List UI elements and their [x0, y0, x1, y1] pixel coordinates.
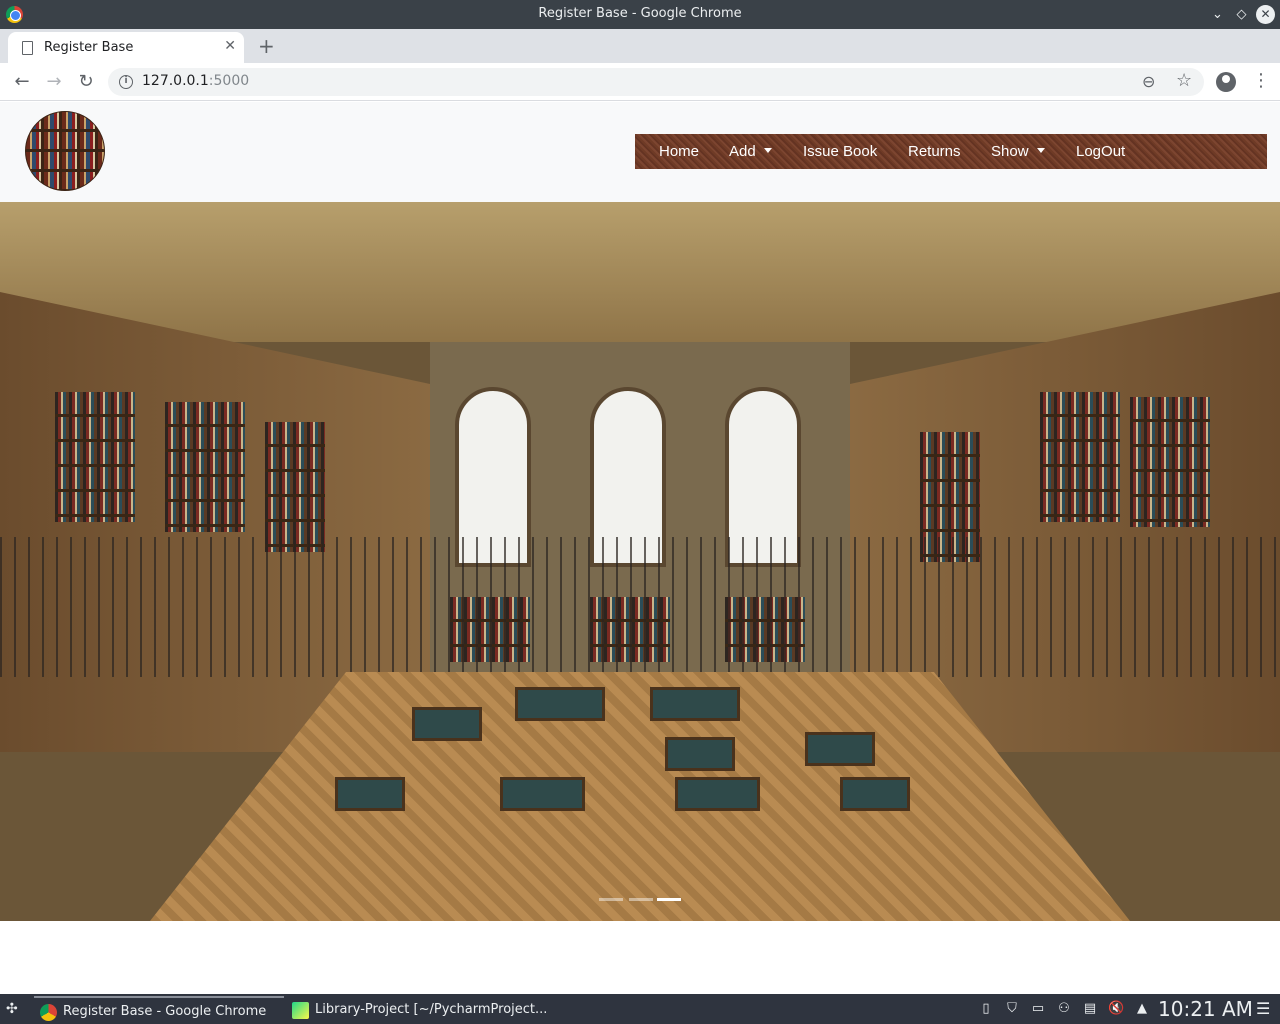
tray-expand-icon[interactable]: ▲: [1134, 1001, 1150, 1017]
caret-down-icon: [763, 148, 772, 153]
notes-tray-icon[interactable]: ▤: [1082, 1001, 1098, 1017]
taskbar-item-pycharm[interactable]: Library-Project [~/PycharmProject...: [286, 996, 547, 1024]
minimize-button[interactable]: ⌄: [1208, 5, 1227, 24]
close-window-button[interactable]: ✕: [1256, 5, 1275, 24]
forward-button[interactable]: →: [42, 70, 66, 94]
tab-label: Register Base: [44, 40, 134, 55]
nav-home-link[interactable]: Home: [659, 143, 699, 160]
window-title: Register Base - Google Chrome: [538, 6, 742, 21]
security-shield-icon[interactable]: ⛉: [1004, 1001, 1020, 1017]
taskbar-item-chrome[interactable]: Register Base - Google Chrome: [34, 996, 284, 1024]
browser-menu-icon[interactable]: ⋮: [1252, 70, 1270, 91]
library-logo[interactable]: [25, 111, 105, 191]
volume-muted-icon[interactable]: 🔇: [1108, 1001, 1124, 1017]
address-bar[interactable]: i 127.0.0.1:5000 ⊖ ☆: [108, 68, 1204, 96]
new-tab-button[interactable]: +: [258, 34, 275, 58]
reload-button[interactable]: ↻: [74, 70, 98, 94]
hamburger-menu-icon[interactable]: ☰: [1256, 999, 1270, 1018]
app-launcher-icon[interactable]: ✣: [6, 1001, 18, 1017]
profile-icon[interactable]: [1216, 72, 1236, 92]
nav-logout-link[interactable]: LogOut: [1076, 143, 1125, 160]
clipboard-tray-icon[interactable]: ▯: [978, 1001, 994, 1017]
caret-down-icon: [1036, 148, 1045, 153]
tab-strip: Register Base ✕ +: [0, 29, 1280, 63]
site-info-icon[interactable]: i: [119, 75, 133, 89]
carousel-indicator-3[interactable]: [657, 898, 681, 901]
network-tray-icon[interactable]: ⚇: [1056, 1001, 1072, 1017]
carousel-slide-library-photo[interactable]: [0, 202, 1280, 921]
back-button[interactable]: ←: [10, 70, 34, 94]
site-navbar: Home Add Issue Book Returns Show LogOut: [0, 102, 1280, 202]
chrome-icon: [40, 1004, 57, 1021]
page-content: Home Add Issue Book Returns Show LogOut: [0, 102, 1280, 992]
document-icon: [22, 41, 33, 55]
os-taskbar: ✣ Register Base - Google Chrome Library-…: [0, 994, 1280, 1024]
nav-issue-book-link[interactable]: Issue Book: [803, 143, 877, 160]
tab-register-base[interactable]: Register Base ✕: [8, 32, 244, 63]
nav-show-dropdown[interactable]: Show: [991, 143, 1045, 160]
bookmark-star-icon[interactable]: ☆: [1176, 70, 1192, 91]
display-tray-icon[interactable]: ▭: [1030, 1001, 1046, 1017]
nav-menu: Home Add Issue Book Returns Show LogOut: [635, 134, 1267, 169]
pycharm-icon: [292, 1002, 309, 1019]
nav-returns-link[interactable]: Returns: [908, 143, 961, 160]
browser-toolbar: ← → ↻ i 127.0.0.1:5000 ⊖ ☆: [0, 63, 1280, 101]
close-tab-icon[interactable]: ✕: [224, 38, 236, 54]
url-text: 127.0.0.1:5000: [142, 73, 250, 89]
carousel-indicator-2[interactable]: [629, 898, 653, 901]
carousel-indicators: [599, 898, 683, 901]
window-titlebar: Register Base - Google Chrome ⌄ ◇ ✕: [0, 0, 1280, 29]
clock[interactable]: 10:21 AM: [1158, 997, 1253, 1021]
zoom-icon[interactable]: ⊖: [1142, 72, 1155, 91]
nav-add-dropdown[interactable]: Add: [729, 143, 772, 160]
maximize-button[interactable]: ◇: [1232, 5, 1251, 24]
carousel-indicator-1[interactable]: [599, 898, 623, 901]
